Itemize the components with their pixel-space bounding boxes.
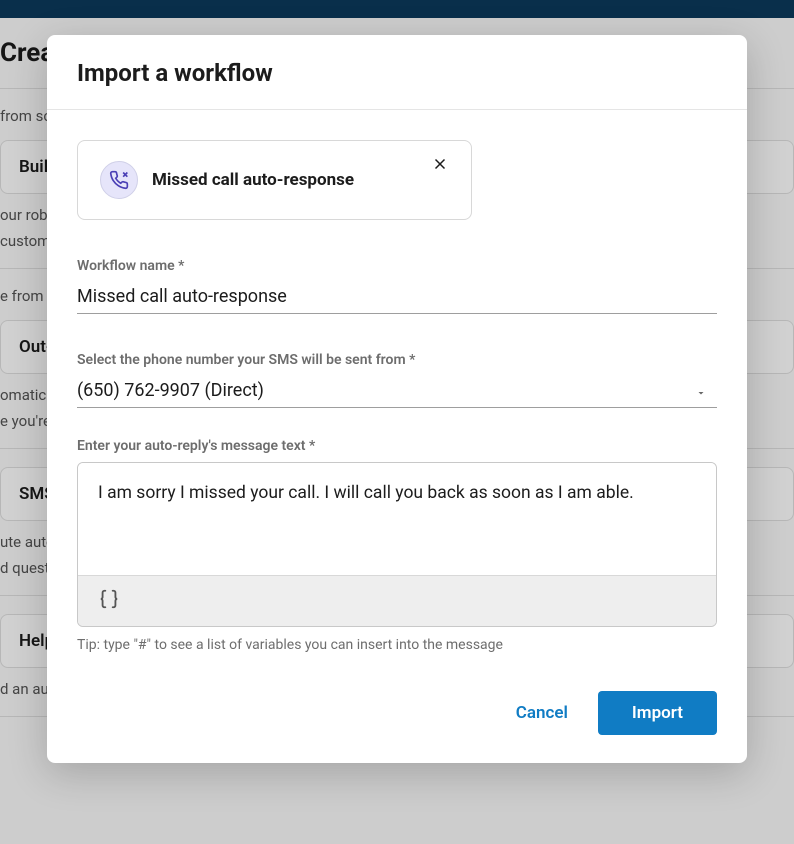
modal-footer: Cancel Import [47, 673, 747, 763]
modal-overlay: Import a workflow Missed call auto-respo… [0, 0, 794, 844]
import-button[interactable]: Import [598, 691, 717, 735]
phone-number-select[interactable]: (650) 762-9907 (Direct) [77, 376, 717, 408]
phone-number-value: (650) 762-9907 (Direct) [77, 380, 264, 401]
modal-title: Import a workflow [77, 59, 717, 87]
close-icon[interactable] [431, 155, 449, 177]
variables-toolbar[interactable] [78, 575, 716, 626]
tip-text: Tip: type "#" to see a list of variables… [77, 637, 717, 653]
workflow-name-label: Workflow name * [77, 258, 717, 274]
missed-call-icon [100, 161, 138, 199]
chevron-down-icon [695, 384, 707, 403]
workflow-name-group: Workflow name * [77, 258, 717, 314]
cancel-button[interactable]: Cancel [516, 703, 568, 723]
message-group: Enter your auto-reply's message text * T… [77, 438, 717, 653]
import-workflow-modal: Import a workflow Missed call auto-respo… [47, 35, 747, 763]
workflow-name-input[interactable] [77, 282, 717, 314]
message-label: Enter your auto-reply's message text * [77, 438, 717, 454]
workflow-preview-card: Missed call auto-response [77, 140, 472, 220]
phone-number-group: Select the phone number your SMS will be… [77, 352, 717, 408]
braces-icon [96, 595, 122, 614]
modal-header: Import a workflow [47, 35, 747, 110]
phone-number-label: Select the phone number your SMS will be… [77, 352, 717, 368]
message-editor [77, 462, 717, 627]
modal-body: Missed call auto-response Workflow name … [47, 110, 747, 673]
message-textarea[interactable] [78, 463, 716, 571]
workflow-card-title: Missed call auto-response [152, 170, 354, 190]
